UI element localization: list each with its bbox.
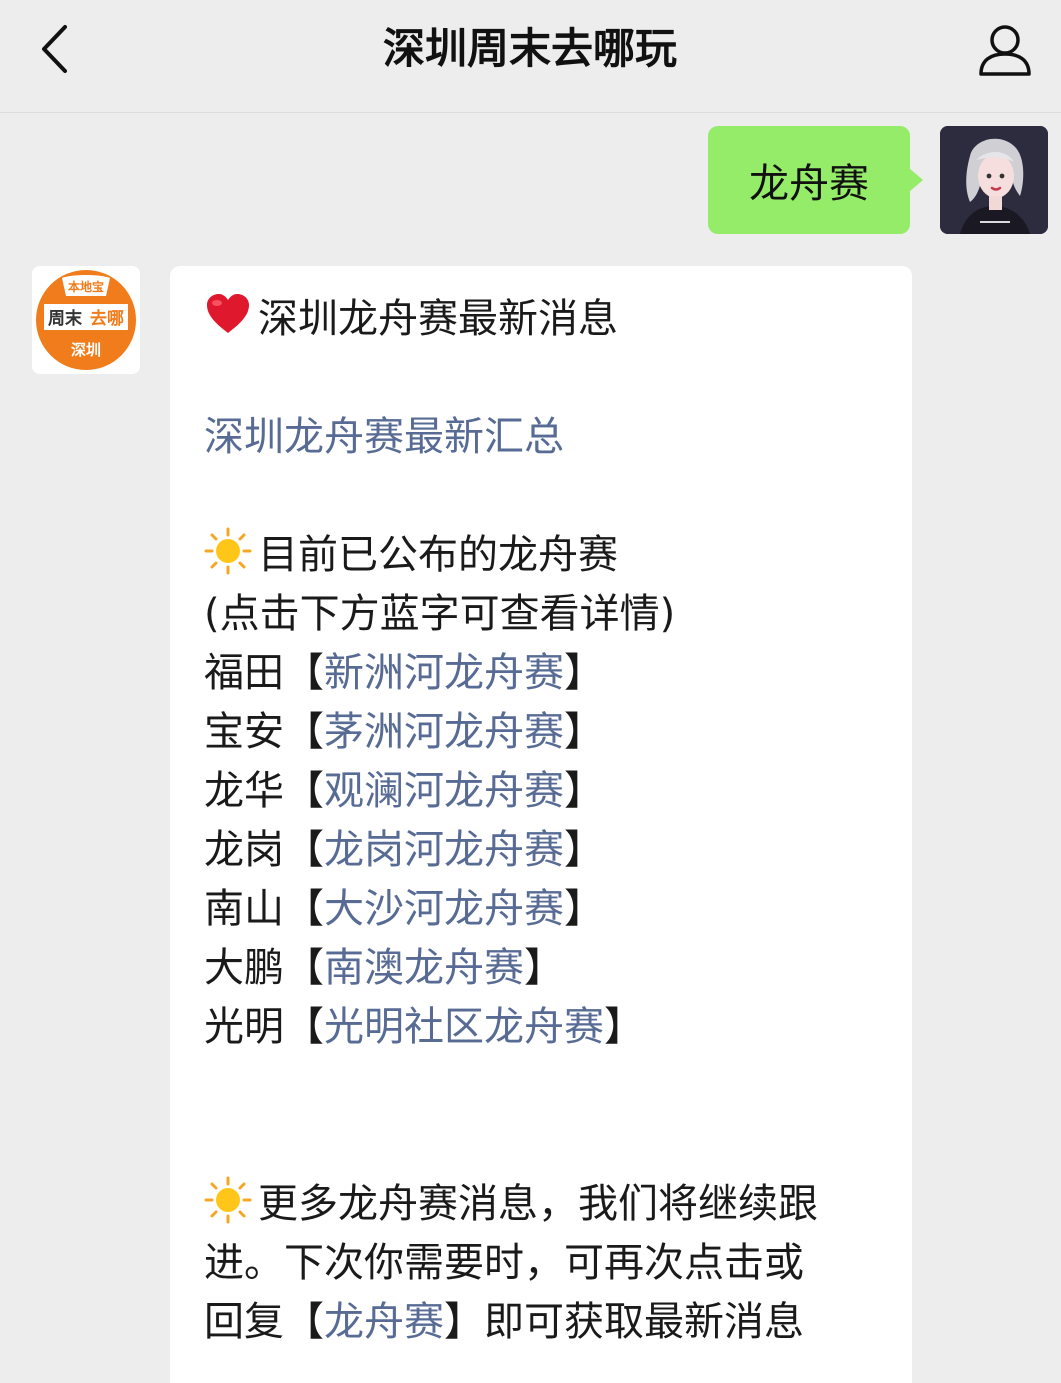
outgoing-message-text: 龙舟赛 [749, 161, 869, 207]
more-info-line-1: 更多龙舟赛消息，我们将继续跟 [204, 1175, 912, 1234]
bracket-close: 】 [564, 768, 604, 814]
bracket-open: 【 [284, 886, 324, 932]
bracket-close: 】 [564, 709, 604, 755]
sun-icon [204, 1176, 252, 1224]
red-heart-icon [204, 291, 252, 339]
person-icon [979, 25, 1031, 76]
race-link[interactable]: 大沙河龙舟赛 [324, 886, 564, 932]
race-item: 光明【光明社区龙舟赛】 [204, 998, 912, 1057]
more-info-suffix: 即可获取最新消息 [484, 1299, 804, 1345]
bracket-close: 】 [524, 945, 564, 991]
bracket-open: 【 [284, 827, 324, 873]
race-link[interactable]: 新洲河龙舟赛 [324, 650, 564, 696]
avatar-illustration [940, 126, 1048, 234]
race-item: 龙华【观澜河龙舟赛】 [204, 762, 912, 821]
hint-text: (点击下方蓝字可查看详情) [204, 591, 676, 637]
keyword-link[interactable]: 龙舟赛 [324, 1299, 444, 1345]
race-district: 龙华 [204, 768, 284, 814]
race-district: 龙岗 [204, 827, 284, 873]
bracket-close: 】 [564, 650, 604, 696]
headline-text: 深圳龙舟赛最新消息 [258, 296, 618, 342]
chevron-left-icon [42, 25, 67, 73]
race-link[interactable]: 光明社区龙舟赛 [324, 1004, 604, 1050]
hint-line: (点击下方蓝字可查看详情) [204, 585, 912, 644]
more-info-line-2: 进。下次你需要时，可再次点击或 [204, 1234, 912, 1293]
summary-link-line: 深圳龙舟赛最新汇总 [204, 408, 912, 467]
sun-icon [204, 527, 252, 575]
profile-button[interactable] [968, 18, 1042, 82]
bracket-open: 【 [284, 650, 324, 696]
more-info-text-1: 更多龙舟赛消息，我们将继续跟 [258, 1181, 818, 1227]
race-link[interactable]: 南澳龙舟赛 [324, 945, 524, 991]
race-item: 福田【新洲河龙舟赛】 [204, 644, 912, 703]
race-district: 大鹏 [204, 945, 284, 991]
more-info-prefix: 回复 [204, 1299, 284, 1345]
summary-link[interactable]: 深圳龙舟赛最新汇总 [204, 414, 564, 460]
chat-title: 深圳周末去哪玩 [382, 24, 677, 73]
bracket-open: 【 [284, 709, 324, 755]
bracket-close: 】 [444, 1299, 484, 1345]
race-item: 南山【大沙河龙舟赛】 [204, 880, 912, 939]
bracket-close: 】 [564, 827, 604, 873]
chat-screen: 深圳周末去哪玩 龙舟赛 本地宝 周末 去哪 深圳 深圳龙舟赛最新消息 深圳龙舟赛… [0, 0, 1061, 1383]
logo-city-text: 深圳 [71, 341, 101, 359]
bracket-open: 【 [284, 1299, 324, 1345]
race-link[interactable]: 观澜河龙舟赛 [324, 768, 564, 814]
race-item: 宝安【茅洲河龙舟赛】 [204, 703, 912, 762]
more-info-line-3: 回复【龙舟赛】即可获取最新消息 [204, 1293, 912, 1352]
headline-line: 深圳龙舟赛最新消息 [204, 290, 912, 349]
race-item: 大鹏【南澳龙舟赛】 [204, 939, 912, 998]
race-link[interactable]: 龙岗河龙舟赛 [324, 827, 564, 873]
bracket-close: 】 [564, 886, 604, 932]
race-district: 南山 [204, 886, 284, 932]
race-district: 宝安 [204, 709, 284, 755]
back-button[interactable] [28, 20, 82, 78]
bracket-open: 【 [284, 1004, 324, 1050]
weekend-logo-icon: 本地宝 周末 去哪 深圳 [32, 266, 140, 374]
official-account-avatar[interactable]: 本地宝 周末 去哪 深圳 [32, 266, 140, 374]
incoming-message-bubble: 深圳龙舟赛最新消息 深圳龙舟赛最新汇总 目前已公布的龙舟赛 (点击下方蓝字可查看… [170, 266, 912, 1383]
bracket-close: 】 [604, 1004, 644, 1050]
logo-main-text-b: 去哪 [90, 308, 124, 329]
logo-top-text: 本地宝 [68, 279, 104, 294]
logo-main-text-a: 周末 [48, 308, 83, 329]
published-title-text: 目前已公布的龙舟赛 [258, 532, 618, 578]
outgoing-message-bubble[interactable]: 龙舟赛 [708, 126, 923, 234]
published-title-line: 目前已公布的龙舟赛 [204, 526, 912, 585]
race-link[interactable]: 茅洲河龙舟赛 [324, 709, 564, 755]
bracket-open: 【 [284, 945, 324, 991]
race-district: 福田 [204, 650, 284, 696]
race-district: 光明 [204, 1004, 284, 1050]
bracket-open: 【 [284, 768, 324, 814]
top-navigation-bar: 深圳周末去哪玩 [0, 0, 1061, 113]
user-avatar[interactable] [940, 126, 1048, 234]
race-item: 龙岗【龙岗河龙舟赛】 [204, 821, 912, 880]
more-info-text-2: 进。下次你需要时，可再次点击或 [204, 1240, 804, 1286]
